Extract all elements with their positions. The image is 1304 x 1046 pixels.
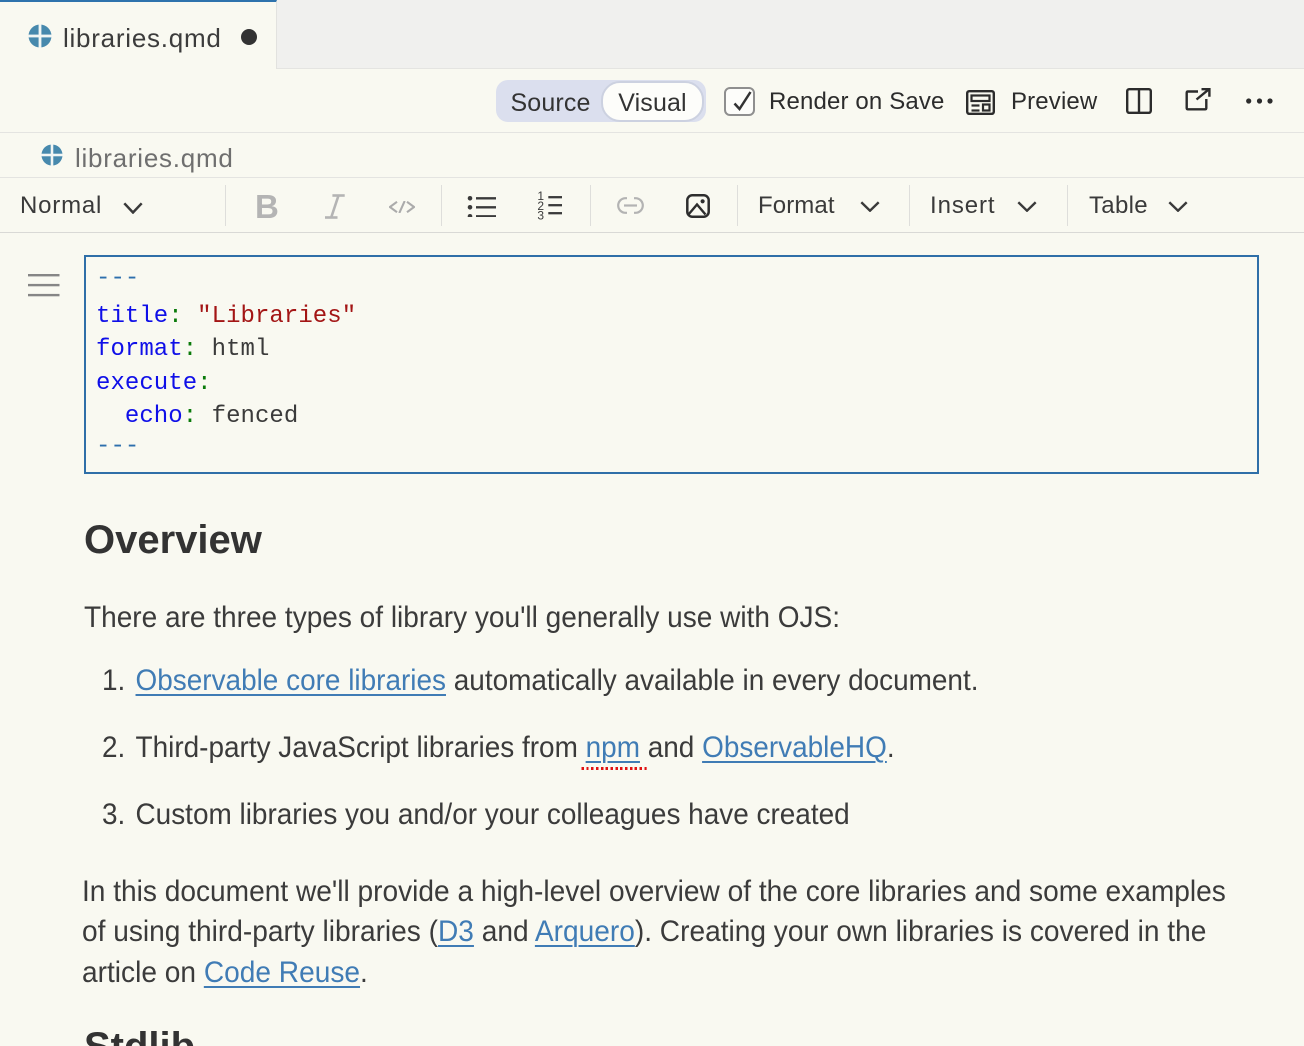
svg-text:3: 3 — [537, 208, 544, 221]
